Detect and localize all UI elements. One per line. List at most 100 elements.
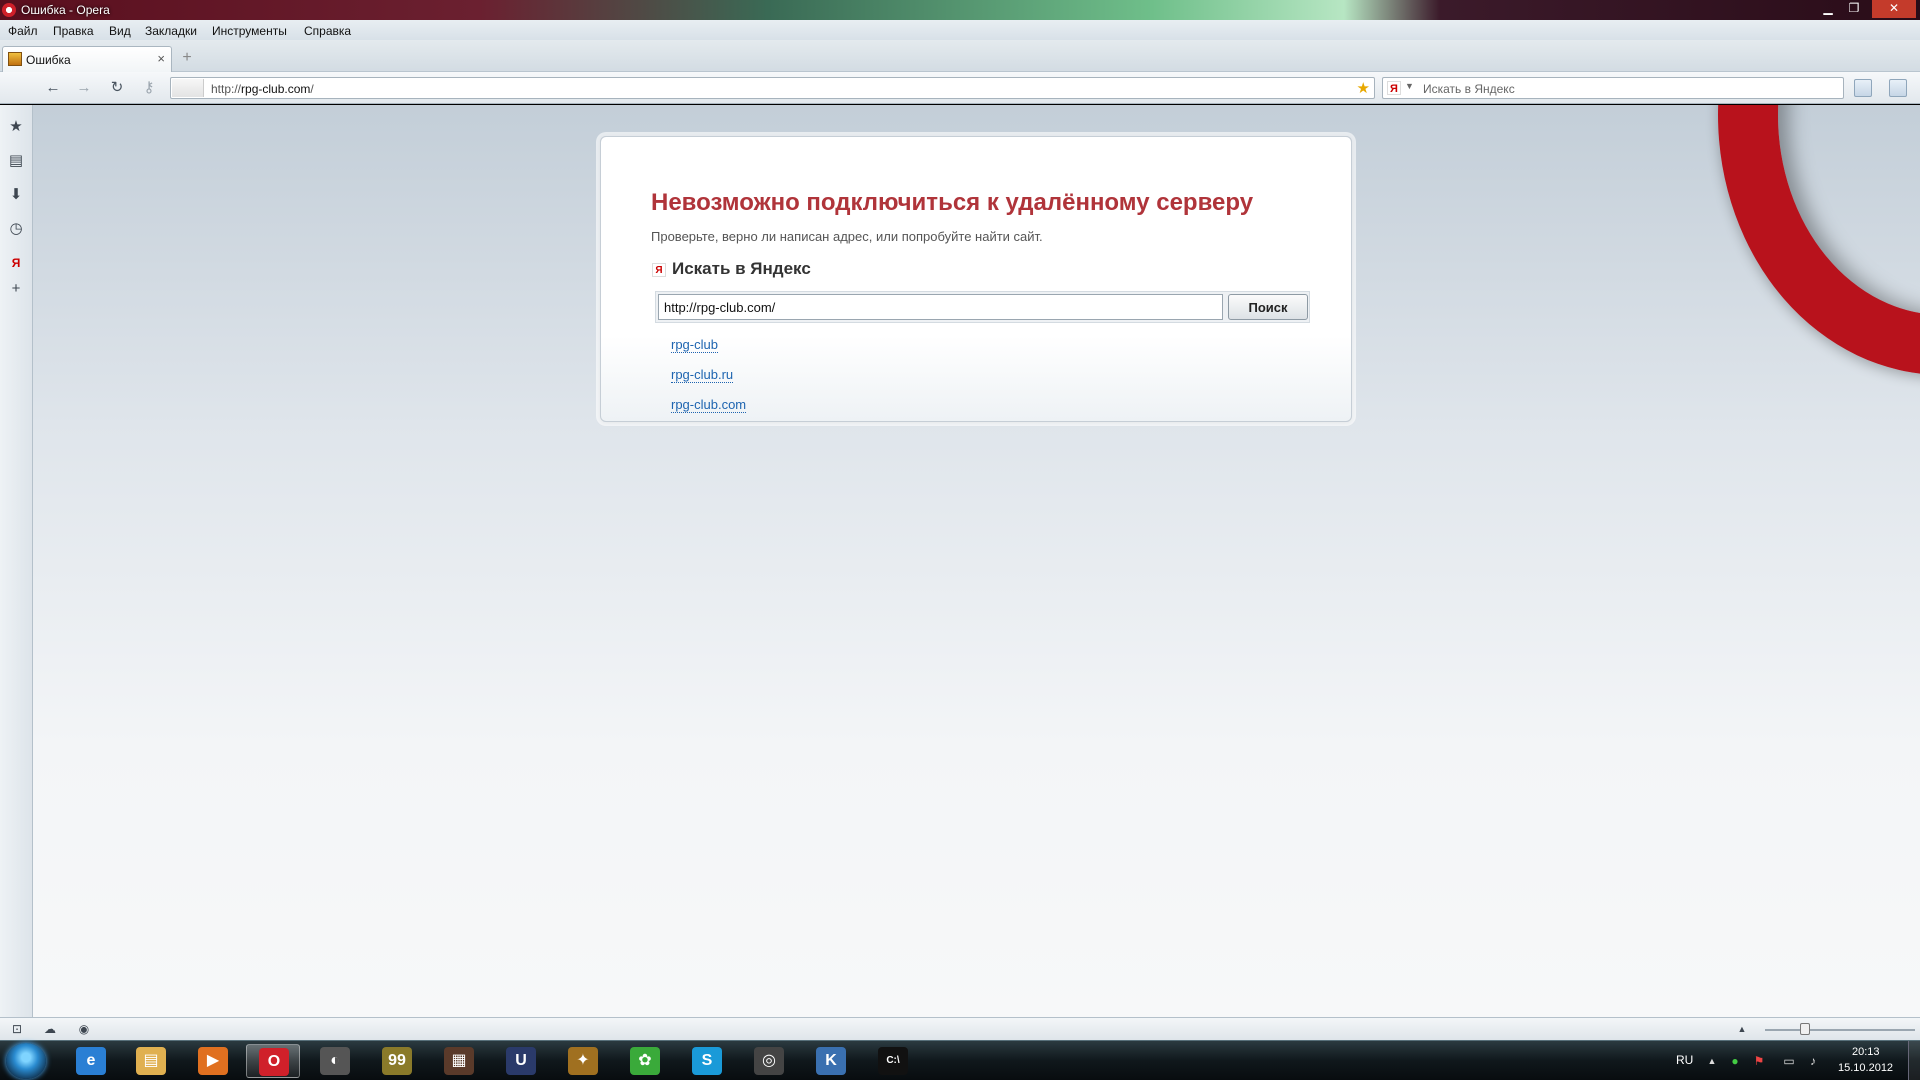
menu-view[interactable]: Вид [109, 24, 131, 38]
new-tab-button[interactable]: + [178, 50, 196, 68]
taskbar-icq-button[interactable]: ✿ [618, 1044, 672, 1078]
error-card: Невозможно подключиться к удалённому сер… [600, 136, 1352, 422]
tab-error[interactable]: Ошибка × [2, 46, 172, 72]
restore-button[interactable]: ❐ [1842, 0, 1866, 18]
page-content: Невозможно подключиться к удалённому сер… [33, 105, 1920, 1017]
view-up-arrow-icon[interactable]: ▲ [1734, 1022, 1750, 1036]
suggestion-link[interactable]: rpg-club.ru [671, 367, 734, 383]
media-player-icon: ▶ [198, 1047, 228, 1075]
notes-panel-icon[interactable]: ▤ [6, 151, 26, 171]
tab-title: Ошибка [26, 53, 71, 67]
address-toolbar: ← → ↻ ⚷ http://rpg-club.com/ ★ Я ▼ Искат… [0, 72, 1920, 104]
panel-toggle-icon[interactable]: ⊡ [9, 1022, 25, 1036]
back-button[interactable]: ← [42, 78, 64, 98]
add-panel-icon[interactable]: + [6, 279, 26, 299]
taskbar-cmd-button[interactable]: C:\ [866, 1044, 920, 1078]
show-desktop-button[interactable] [1908, 1041, 1920, 1080]
taskbar-game-2-button[interactable]: U [494, 1044, 548, 1078]
downloads-panel-icon[interactable]: ⬇ [6, 185, 26, 205]
app-k-icon: K [816, 1047, 846, 1075]
language-indicator[interactable]: RU [1676, 1053, 1693, 1067]
icq-tray-icon[interactable]: ● [1728, 1054, 1742, 1068]
menu-bookmarks[interactable]: Закладки [145, 24, 197, 38]
panel-icon[interactable] [1889, 79, 1907, 97]
game-4-icon: ◎ [754, 1047, 784, 1075]
steam-icon: ◐ [320, 1047, 350, 1075]
taskbar-steam-button[interactable]: ◐ [308, 1044, 362, 1078]
menu-edit[interactable]: Правка [53, 24, 94, 38]
yandex-search-input[interactable] [658, 294, 1223, 320]
site-badge[interactable] [172, 79, 204, 97]
yandex-icon: Я [652, 263, 666, 277]
taskbar-media-player-button[interactable]: ▶ [186, 1044, 240, 1078]
taskbar-skype-button[interactable]: S [680, 1044, 734, 1078]
turbo-icon[interactable]: ◉ [76, 1022, 92, 1036]
close-button[interactable]: ✕ [1872, 0, 1916, 18]
url-suffix: / [310, 82, 314, 96]
panel-sidebar: ★ ▤ ⬇ ◷ Я + [0, 105, 33, 1017]
opera-icon [2, 3, 16, 17]
search-field[interactable]: Я ▼ Искать в Яндекс [1382, 77, 1844, 99]
menu-help[interactable]: Справка [304, 24, 351, 38]
search-button[interactable]: Поиск [1228, 294, 1308, 320]
network-icon[interactable]: ▭ [1782, 1054, 1796, 1068]
zoom-slider-track[interactable] [1765, 1029, 1915, 1031]
yandex-icon[interactable]: Я [1387, 81, 1401, 95]
ie-icon: e [76, 1047, 106, 1075]
address-text: http://rpg-club.com/ [211, 82, 314, 96]
explorer-icon: ▤ [136, 1047, 166, 1075]
menu-tools[interactable]: Инструменты [212, 24, 287, 38]
game-3-icon: ✦ [568, 1047, 598, 1075]
error-title: Невозможно подключиться к удалённому сер… [651, 189, 1254, 216]
search-placeholder: Искать в Яндекс [1423, 82, 1515, 96]
taskbar-app-k-button[interactable]: K [804, 1044, 858, 1078]
taskbar-explorer-button[interactable]: ▤ [124, 1044, 178, 1078]
window-title: Ошибка - Opera [21, 3, 110, 17]
menu-file[interactable]: Файл [8, 24, 38, 38]
taskbar-game-1-button[interactable]: ▦ [432, 1044, 486, 1078]
history-panel-icon[interactable]: ◷ [6, 219, 26, 239]
taskbar: e ▤ ▶ O ◐ 99 ▦ U ✦ ✿ S ◎ K C:\ RU ▲ ● ⚑ ▭ ♪ 20:13 15.… [0, 1040, 1920, 1080]
error-subtitle: Проверьте, верно ли написан адрес, или п… [651, 229, 1043, 244]
taskbar-app-99-button[interactable]: 99 [370, 1044, 424, 1078]
opera-icon: O [259, 1048, 289, 1076]
opera-logo-watermark [1718, 105, 1920, 375]
search-heading: Искать в Яндекс [672, 259, 811, 278]
menu-bar: Файл Правка Вид Закладки Инструменты Спр… [0, 20, 1920, 40]
action-center-icon[interactable]: ⚑ [1752, 1054, 1766, 1068]
url-prefix: http:// [211, 82, 242, 96]
address-field[interactable]: http://rpg-club.com/ ★ [170, 77, 1375, 99]
taskbar-opera-button[interactable]: O [246, 1044, 300, 1078]
game-1-icon: ▦ [444, 1047, 474, 1075]
icq-icon: ✿ [630, 1047, 660, 1075]
bookmark-star-icon[interactable]: ★ [1357, 79, 1370, 97]
reload-button[interactable]: ↻ [106, 78, 128, 98]
tab-bar: Ошибка × + [0, 40, 1920, 72]
clock-time[interactable]: 20:13 [1852, 1046, 1880, 1058]
tray-expand-icon[interactable]: ▲ [1705, 1054, 1719, 1068]
minimize-button[interactable]: ▁ [1816, 0, 1840, 18]
unite-icon[interactable]: ☁ [42, 1022, 58, 1036]
suggestion-link[interactable]: rpg-club [671, 337, 718, 353]
zoom-slider-handle[interactable] [1800, 1023, 1810, 1035]
key-icon[interactable]: ⚷ [138, 78, 160, 98]
taskbar-game-3-button[interactable]: ✦ [556, 1044, 610, 1078]
forward-button[interactable]: → [73, 78, 95, 98]
status-bar: ⊡ ☁ ◉ ▲ [0, 1017, 1920, 1040]
notes-icon[interactable] [1854, 79, 1872, 97]
bookmarks-panel-icon[interactable]: ★ [6, 117, 26, 137]
title-bar: Ошибка - Opera ▁ ❐ ✕ [0, 0, 1920, 20]
start-button[interactable] [6, 1043, 46, 1079]
search-engine-dropdown-icon[interactable]: ▼ [1405, 81, 1414, 91]
yandex-panel-icon[interactable]: Я [6, 253, 26, 273]
suggestion-link[interactable]: rpg-club.com [671, 397, 747, 413]
game-2-icon: U [506, 1047, 536, 1075]
volume-icon[interactable]: ♪ [1806, 1054, 1820, 1068]
tab-close-icon[interactable]: × [157, 51, 165, 66]
app-99-icon: 99 [382, 1047, 412, 1075]
taskbar-ie-button[interactable]: e [64, 1044, 118, 1078]
taskbar-game-4-button[interactable]: ◎ [742, 1044, 796, 1078]
clock-date[interactable]: 15.10.2012 [1838, 1062, 1893, 1074]
search-form: Поиск [655, 291, 1310, 323]
skype-icon: S [692, 1047, 722, 1075]
